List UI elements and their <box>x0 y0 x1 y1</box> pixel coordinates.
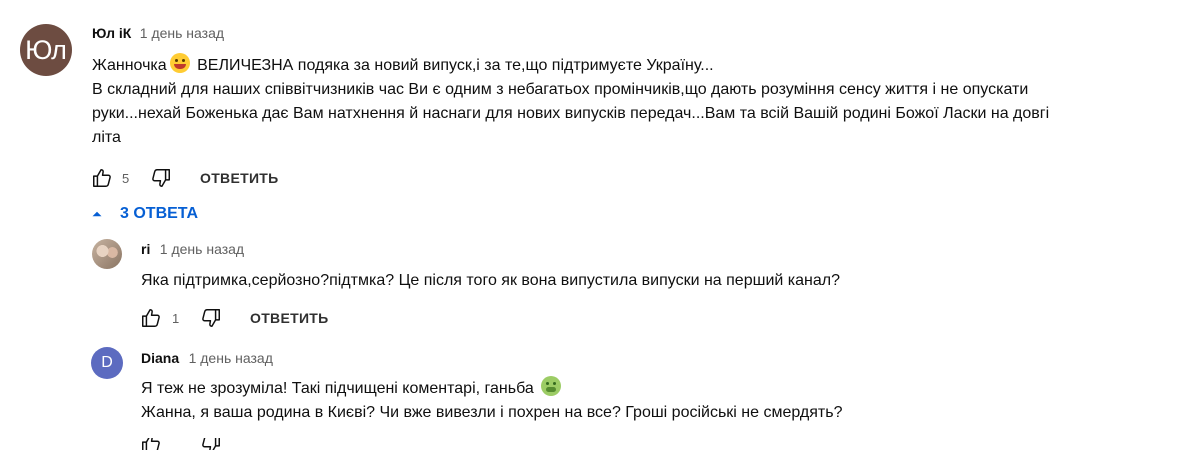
avatar[interactable] <box>92 239 122 269</box>
reply-line: Я теж не зрозуміла! Такі підчищені комен… <box>141 376 1171 401</box>
reply-time[interactable]: 1 день назад <box>160 241 244 257</box>
nauseated-face-emoji <box>541 376 562 396</box>
avatar[interactable]: Юл <box>20 24 72 76</box>
reply-header: ri 1 день назад <box>141 241 244 259</box>
thumbs-down-icon[interactable] <box>200 438 222 450</box>
reply-author[interactable]: ri <box>141 241 150 257</box>
comment-line: Жанночка ВЕЛИЧЕЗНА подяка за новий випус… <box>92 53 1172 78</box>
comment-header: Юл іК 1 день назад <box>92 25 224 43</box>
thumbs-down-icon[interactable] <box>200 307 222 329</box>
reply-line: Жанна, я ваша родина в Києві? Чи вже вив… <box>141 404 843 421</box>
reply-actions <box>140 438 222 450</box>
caret-up-icon <box>88 205 106 223</box>
comment-line: В складний для наших співвітчизників час… <box>92 81 1029 98</box>
comment-time[interactable]: 1 день назад <box>140 25 224 41</box>
comment-line: літа <box>92 129 121 146</box>
reply-time[interactable]: 1 день назад <box>189 350 273 366</box>
reply-text: Яка підтримка,серйозно?підтмка? Це після… <box>141 269 1171 293</box>
thumbs-up-icon[interactable] <box>140 307 162 329</box>
reply-author[interactable]: Diana <box>141 350 179 366</box>
like-count: 5 <box>122 170 130 186</box>
thumbs-up-icon[interactable] <box>140 438 162 450</box>
like-count: 1 <box>172 310 180 326</box>
hugging-face-emoji <box>169 53 190 73</box>
replies-toggle-button[interactable]: 3 ОТВЕТА <box>88 205 198 223</box>
comment-author[interactable]: Юл іК <box>92 25 131 41</box>
comment-actions: 5 ОТВЕТИТЬ <box>91 166 279 190</box>
comment-line: руки...нехай Боженька дає Вам натхнення … <box>92 105 1050 122</box>
replies-count-label: 3 ОТВЕТА <box>120 205 199 222</box>
avatar[interactable]: D <box>91 347 123 379</box>
avatar-initials: Юл <box>25 34 67 65</box>
comment-text: Жанночка ВЕЛИЧЕЗНА подяка за новий випус… <box>92 53 1172 150</box>
reply-line: Яка підтримка,серйозно?підтмка? Це після… <box>141 272 840 289</box>
reply-button[interactable]: ОТВЕТИТЬ <box>250 310 329 326</box>
reply-button[interactable]: ОТВЕТИТЬ <box>200 170 279 186</box>
reply-text: Я теж не зрозуміла! Такі підчищені комен… <box>141 376 1171 425</box>
thumbs-down-icon[interactable] <box>150 167 172 189</box>
reply-header: Diana 1 день назад <box>141 350 273 368</box>
reply-actions: 1 ОТВЕТИТЬ <box>140 306 329 330</box>
thumbs-up-icon[interactable] <box>91 167 113 189</box>
avatar-initials: D <box>101 354 113 371</box>
